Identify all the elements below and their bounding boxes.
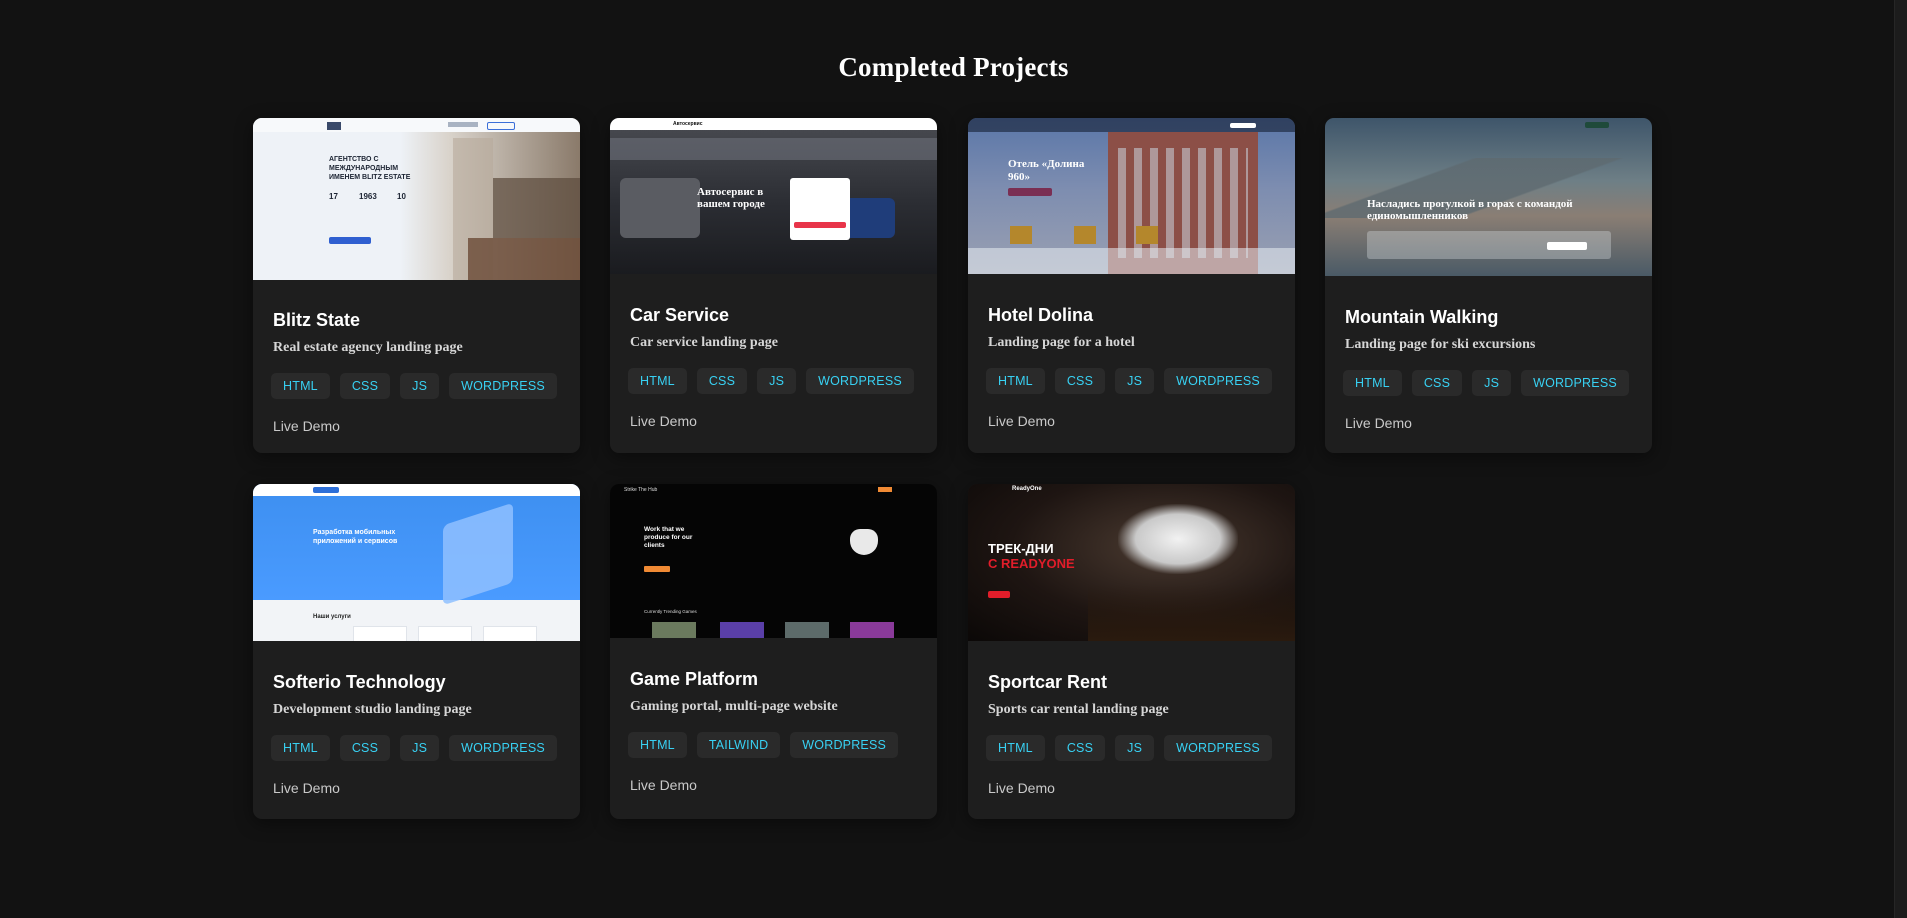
project-description: Landing page for ski excursions: [1345, 337, 1536, 352]
project-preview-image[interactable]: Strike The Hub Work that we produce for …: [610, 484, 937, 638]
project-description: Landing page for a hotel: [988, 335, 1135, 350]
tech-tag: CSS: [696, 368, 748, 394]
tech-tags: HTML CSS JS WORDPRESS: [271, 373, 560, 399]
tech-tag: HTML: [628, 368, 687, 394]
project-description: Car service landing page: [630, 335, 778, 350]
live-demo-link[interactable]: Live Demo: [988, 780, 1055, 796]
live-demo-link[interactable]: Live Demo: [988, 413, 1055, 429]
project-title: Blitz State: [273, 310, 361, 330]
tech-tags: HTML CSS JS WORDPRESS: [986, 368, 1275, 394]
project-card-softerio-technology: Разработка мобильных приложений и сервис…: [253, 484, 580, 819]
live-demo-link[interactable]: Live Demo: [1345, 415, 1412, 431]
project-description: Development studio landing page: [273, 702, 472, 717]
tech-tag: WORDPRESS: [790, 732, 899, 758]
tech-tags: HTML CSS JS WORDPRESS: [628, 368, 917, 394]
project-description: Real estate agency landing page: [273, 340, 463, 355]
live-demo-link[interactable]: Live Demo: [630, 413, 697, 429]
tech-tag: WORDPRESS: [1164, 368, 1272, 394]
project-preview-image[interactable]: Разработка мобильных приложений и сервис…: [253, 484, 580, 641]
live-demo-link[interactable]: Live Demo: [273, 780, 340, 796]
tech-tag: TAILWIND: [696, 732, 781, 758]
tech-tag: HTML: [1343, 370, 1402, 396]
tech-tags: HTML CSS JS WORDPRESS: [986, 735, 1275, 761]
tech-tag: WORDPRESS: [449, 373, 557, 399]
project-preview-image[interactable]: Автосервис Автосервис в вашем городе: [610, 118, 937, 274]
live-demo-link[interactable]: Live Demo: [630, 777, 697, 793]
tech-tag: CSS: [1054, 368, 1106, 394]
project-preview-image[interactable]: Насладись прогулкой в горах с командой е…: [1325, 118, 1652, 276]
tech-tag: JS: [400, 373, 440, 399]
tech-tag: CSS: [1411, 370, 1463, 396]
project-preview-image[interactable]: ReadyOne ТРЕК-ДНИ С READYONE: [968, 484, 1295, 641]
tech-tag: JS: [1472, 370, 1512, 396]
project-title: Mountain Walking: [1345, 307, 1499, 327]
project-card-game-platform: Strike The Hub Work that we produce for …: [610, 484, 937, 819]
project-description: Gaming portal, multi-page website: [630, 699, 838, 714]
project-card-blitz-state: АГЕНТСТВО С МЕЖДУНАРОДНЫМ ИМЕНЕМ BLITZ E…: [253, 118, 580, 453]
project-description: Sports car rental landing page: [988, 702, 1169, 717]
tech-tag: HTML: [986, 735, 1045, 761]
project-card-mountain-walking: Насладись прогулкой в горах с командой е…: [1325, 118, 1652, 453]
project-preview-image[interactable]: АГЕНТСТВО С МЕЖДУНАРОДНЫМ ИМЕНЕМ BLITZ E…: [253, 118, 580, 280]
tech-tag: JS: [1115, 368, 1155, 394]
tech-tags: HTML TAILWIND WORDPRESS: [628, 732, 917, 758]
project-title: Softerio Technology: [273, 672, 446, 692]
tech-tag: WORDPRESS: [449, 735, 557, 761]
project-title: Hotel Dolina: [988, 305, 1094, 325]
tech-tag: WORDPRESS: [1521, 370, 1629, 396]
tech-tags: HTML CSS JS WORDPRESS: [1343, 370, 1632, 396]
project-title: Car Service: [630, 305, 730, 325]
tech-tag: JS: [400, 735, 440, 761]
page-scrollbar[interactable]: [1894, 0, 1907, 918]
project-card-car-service: Автосервис Автосервис в вашем городе Car…: [610, 118, 937, 453]
tech-tag: HTML: [271, 735, 330, 761]
tech-tag: CSS: [1054, 735, 1106, 761]
project-card-sportcar-rent: ReadyOne ТРЕК-ДНИ С READYONE Sportcar Re…: [968, 484, 1295, 819]
tech-tag: HTML: [271, 373, 330, 399]
tech-tag: JS: [757, 368, 797, 394]
tech-tag: CSS: [339, 735, 391, 761]
tech-tag: HTML: [986, 368, 1045, 394]
project-preview-image[interactable]: Отель «Долина 960»: [968, 118, 1295, 274]
tech-tag: WORDPRESS: [1164, 735, 1272, 761]
project-title: Sportcar Rent: [988, 672, 1108, 692]
project-card-hotel-dolina: Отель «Долина 960» Hotel Dolina Landing …: [968, 118, 1295, 453]
tech-tag: WORDPRESS: [806, 368, 914, 394]
tech-tag: CSS: [339, 373, 391, 399]
project-title: Game Platform: [630, 669, 759, 689]
page-title: Completed Projects: [838, 52, 1069, 82]
tech-tags: HTML CSS JS WORDPRESS: [271, 735, 560, 761]
live-demo-link[interactable]: Live Demo: [273, 418, 340, 434]
tech-tag: JS: [1115, 735, 1155, 761]
tech-tag: HTML: [628, 732, 687, 758]
